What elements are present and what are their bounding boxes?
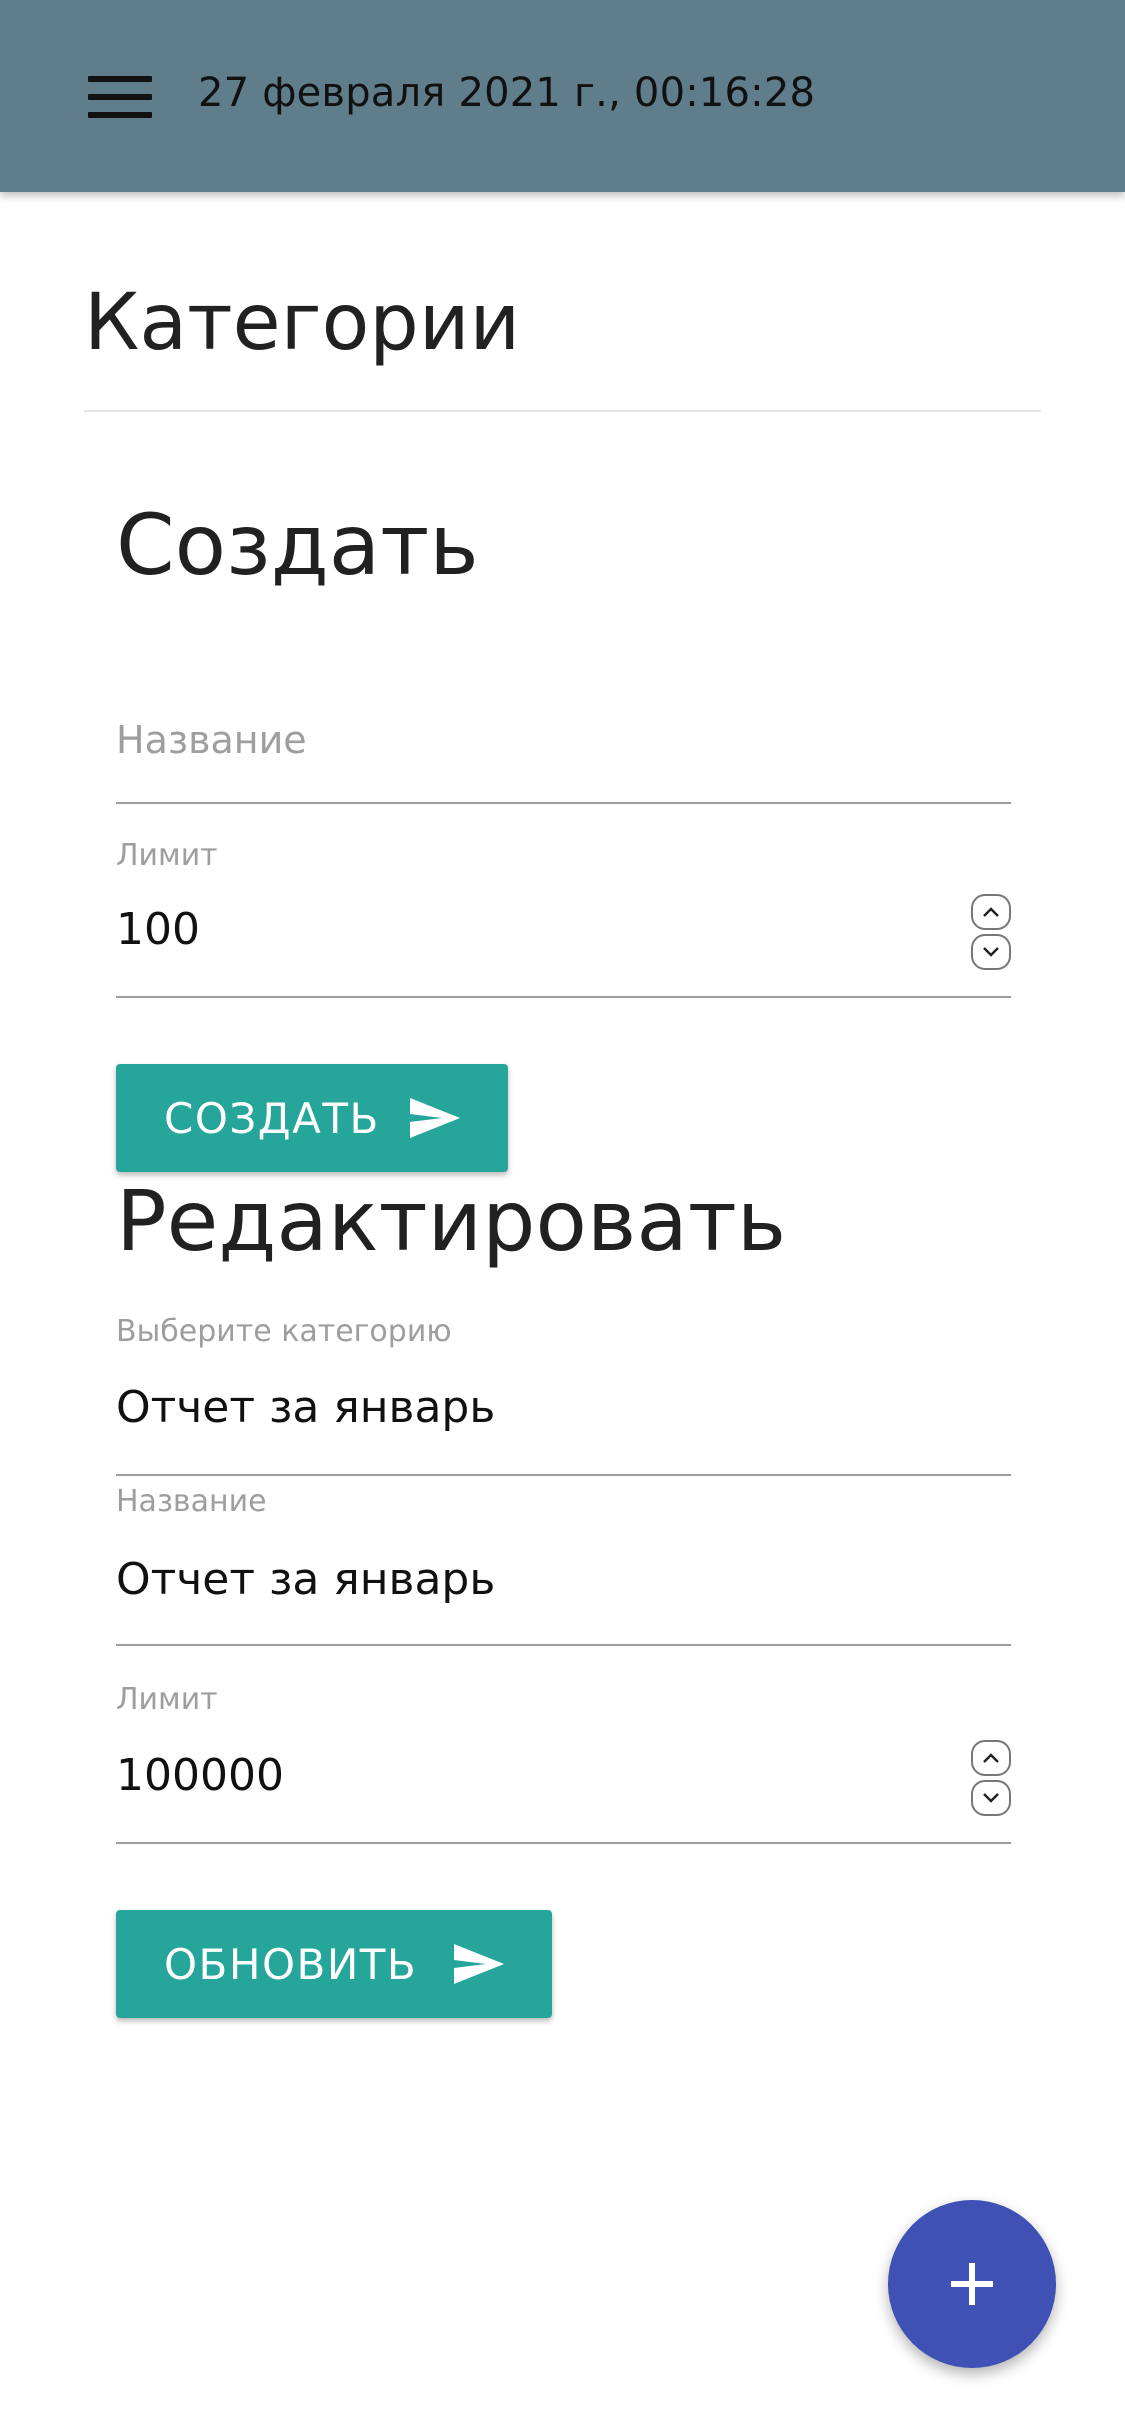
hamburger-menu-icon[interactable]: [88, 76, 152, 118]
datetime-display: 27 февраля 2021 г., 00:16:28: [198, 70, 816, 116]
edit-category-value: Отчет за январь: [116, 1382, 496, 1433]
edit-limit-field[interactable]: Лимит 100000: [116, 1680, 1011, 1844]
create-limit-label: Лимит: [116, 838, 218, 873]
field-underline: [116, 1474, 1011, 1476]
create-limit-field[interactable]: Лимит 100: [116, 834, 1011, 998]
edit-section-title: Редактировать: [116, 1172, 787, 1270]
edit-category-label: Выберите категорию: [116, 1314, 452, 1349]
field-underline: [116, 1644, 1011, 1646]
create-limit-stepper[interactable]: [971, 894, 1011, 970]
plus-icon: [951, 2263, 993, 2305]
stepper-down-icon[interactable]: [971, 1780, 1011, 1816]
stepper-up-icon[interactable]: [971, 1740, 1011, 1776]
field-underline: [116, 802, 1011, 804]
top-app-bar: 27 февраля 2021 г., 00:16:28: [0, 0, 1125, 192]
create-limit-input[interactable]: 100: [116, 904, 200, 955]
page-title: Категории: [84, 278, 521, 368]
send-icon: [410, 1098, 460, 1138]
add-category-fab[interactable]: [888, 2200, 1056, 2368]
edit-limit-label: Лимит: [116, 1682, 218, 1717]
title-divider: [84, 410, 1041, 412]
edit-name-input[interactable]: Отчет за январь: [116, 1554, 495, 1605]
field-underline: [116, 1842, 1011, 1844]
field-underline: [116, 996, 1011, 998]
edit-category-select[interactable]: Выберите категорию Отчет за январь: [116, 1310, 1011, 1476]
create-button[interactable]: СОЗДАТЬ: [116, 1064, 508, 1172]
create-name-placeholder: Название: [116, 718, 307, 762]
update-button-label: ОБНОВИТЬ: [164, 1939, 418, 1989]
create-section-title: Создать: [116, 496, 479, 594]
edit-name-label: Название: [116, 1484, 267, 1519]
edit-limit-stepper[interactable]: [971, 1740, 1011, 1816]
update-button[interactable]: ОБНОВИТЬ: [116, 1910, 552, 2018]
create-name-field[interactable]: Название: [116, 700, 1011, 804]
edit-limit-input[interactable]: 100000: [116, 1750, 284, 1801]
edit-name-field[interactable]: Название Отчет за январь: [116, 1484, 1011, 1646]
stepper-up-icon[interactable]: [971, 894, 1011, 930]
send-icon: [454, 1944, 504, 1984]
create-button-label: СОЗДАТЬ: [164, 1093, 380, 1143]
stepper-down-icon[interactable]: [971, 934, 1011, 970]
